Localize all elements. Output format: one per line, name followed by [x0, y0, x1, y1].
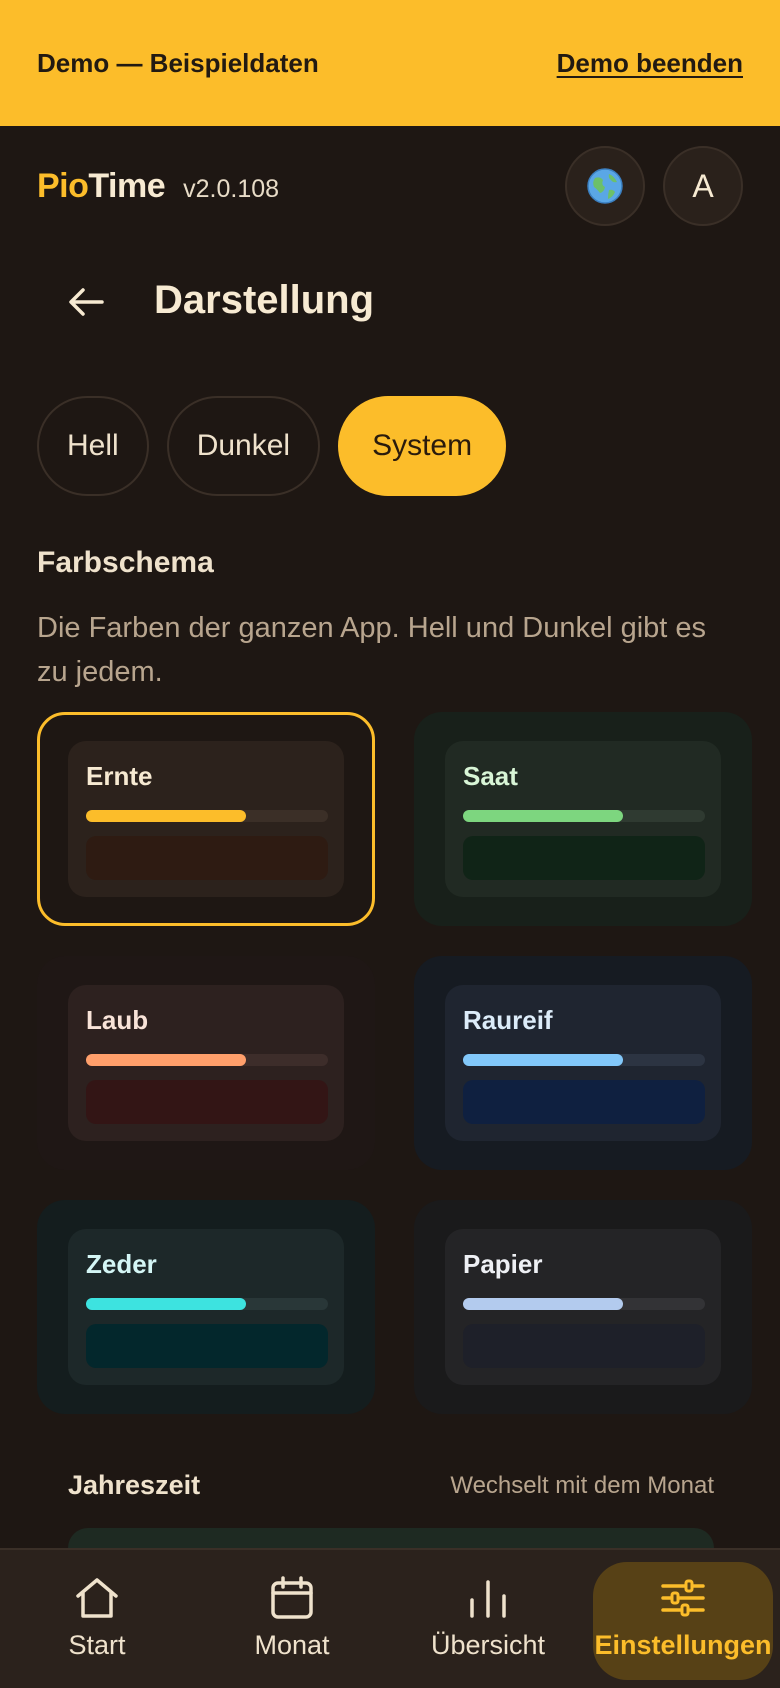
color-scheme-title: Farbschema	[37, 546, 214, 579]
scheme-accent-fill	[463, 1298, 623, 1310]
scheme-option-raureif[interactable]: Raureif	[414, 956, 752, 1170]
scheme-option-papier[interactable]: Papier	[414, 1200, 752, 1414]
mode-system-button[interactable]: System	[338, 396, 507, 496]
scheme-accent-fill	[463, 1054, 623, 1066]
app-logo[interactable]: PioTime	[37, 166, 166, 206]
scheme-name: Zeder	[86, 1249, 157, 1279]
scheme-preview: Raureif	[445, 985, 721, 1141]
scheme-accent-track	[86, 810, 328, 822]
scheme-surface-sample	[463, 1080, 705, 1124]
app-header: PioTime v2.0.108 A	[0, 126, 780, 246]
app-version: v2.0.108	[183, 174, 280, 203]
demo-banner-text: Demo — Beispieldaten	[37, 47, 319, 78]
scheme-accent-track	[463, 1298, 705, 1310]
end-demo-link[interactable]: Demo beenden	[557, 48, 743, 79]
scheme-surface-sample	[463, 1324, 705, 1368]
avatar-initial: A	[692, 167, 714, 204]
scheme-option-saat[interactable]: Saat	[414, 712, 752, 926]
scheme-accent-track	[86, 1298, 328, 1310]
season-title: Jahreszeit	[68, 1470, 201, 1500]
arrow-left-icon	[69, 288, 104, 316]
scheme-surface-sample	[86, 1324, 328, 1368]
season-row: Jahreszeit Wechselt mit dem Monat	[68, 1470, 714, 1501]
scheme-accent-fill	[463, 810, 623, 822]
scheme-surface-sample	[86, 836, 328, 880]
bottom-nav: Start Monat Übersicht Einstellungen	[0, 1548, 780, 1688]
scheme-preview: Papier	[445, 1229, 721, 1385]
scheme-accent-fill	[86, 1298, 246, 1310]
scheme-preview: Saat	[445, 741, 721, 897]
page-heading: Darstellung	[0, 262, 780, 342]
scheme-name: Papier	[463, 1249, 543, 1279]
scheme-option-laub[interactable]: Laub	[37, 956, 375, 1170]
language-button[interactable]	[565, 146, 645, 226]
demo-banner: Demo — Beispieldaten Demo beenden	[0, 0, 780, 126]
header-actions: A	[565, 146, 743, 226]
globe-icon	[587, 168, 623, 204]
logo-pio: Pio	[37, 166, 89, 205]
scheme-preview: Zeder	[68, 1229, 344, 1385]
calendar-icon	[271, 1576, 313, 1619]
page-title: Darstellung	[154, 278, 375, 322]
logo-time: Time	[88, 166, 166, 205]
scheme-name: Saat	[463, 761, 518, 791]
scheme-option-zeder[interactable]: Zeder	[37, 1200, 375, 1414]
season-hint: Wechselt mit dem Monat	[450, 1471, 714, 1499]
scheme-surface-sample	[463, 836, 705, 880]
scheme-accent-fill	[86, 1054, 246, 1066]
nav-label-start: Start	[68, 1630, 126, 1660]
bar-chart-icon	[470, 1580, 506, 1618]
scheme-name: Laub	[86, 1005, 149, 1035]
nav-item-settings[interactable]: Einstellungen	[593, 1562, 773, 1680]
mode-dark-button[interactable]: Dunkel	[166, 396, 321, 496]
scheme-accent-track	[463, 1054, 705, 1066]
scheme-preview: Laub	[68, 985, 344, 1141]
theme-mode-selector: Hell Dunkel System	[37, 396, 507, 496]
scheme-option-ernte[interactable]: Ernte	[37, 712, 375, 926]
nav-label-overview: Übersicht	[430, 1630, 546, 1660]
scheme-name: Ernte	[86, 761, 153, 791]
home-icon	[76, 1578, 118, 1618]
scheme-surface-sample	[86, 1080, 328, 1124]
color-scheme-description: Die Farben der ganzen App. Hell und Dunk…	[37, 612, 707, 688]
sliders-icon	[661, 1579, 705, 1617]
nav-item-month[interactable]: Monat	[202, 1562, 382, 1680]
nav-label-month: Monat	[254, 1630, 330, 1660]
scheme-accent-track	[86, 1054, 328, 1066]
back-button[interactable]	[62, 278, 110, 326]
scheme-preview: Ernte	[68, 741, 344, 897]
scheme-accent-fill	[86, 810, 246, 822]
scheme-accent-track	[463, 810, 705, 822]
nav-item-start[interactable]: Start	[7, 1562, 187, 1680]
scheme-name: Raureif	[463, 1005, 553, 1035]
nav-item-overview[interactable]: Übersicht	[398, 1562, 578, 1680]
mode-light-button[interactable]: Hell	[37, 396, 149, 496]
avatar-button[interactable]: A	[663, 146, 743, 226]
nav-label-settings: Einstellungen	[594, 1630, 772, 1660]
